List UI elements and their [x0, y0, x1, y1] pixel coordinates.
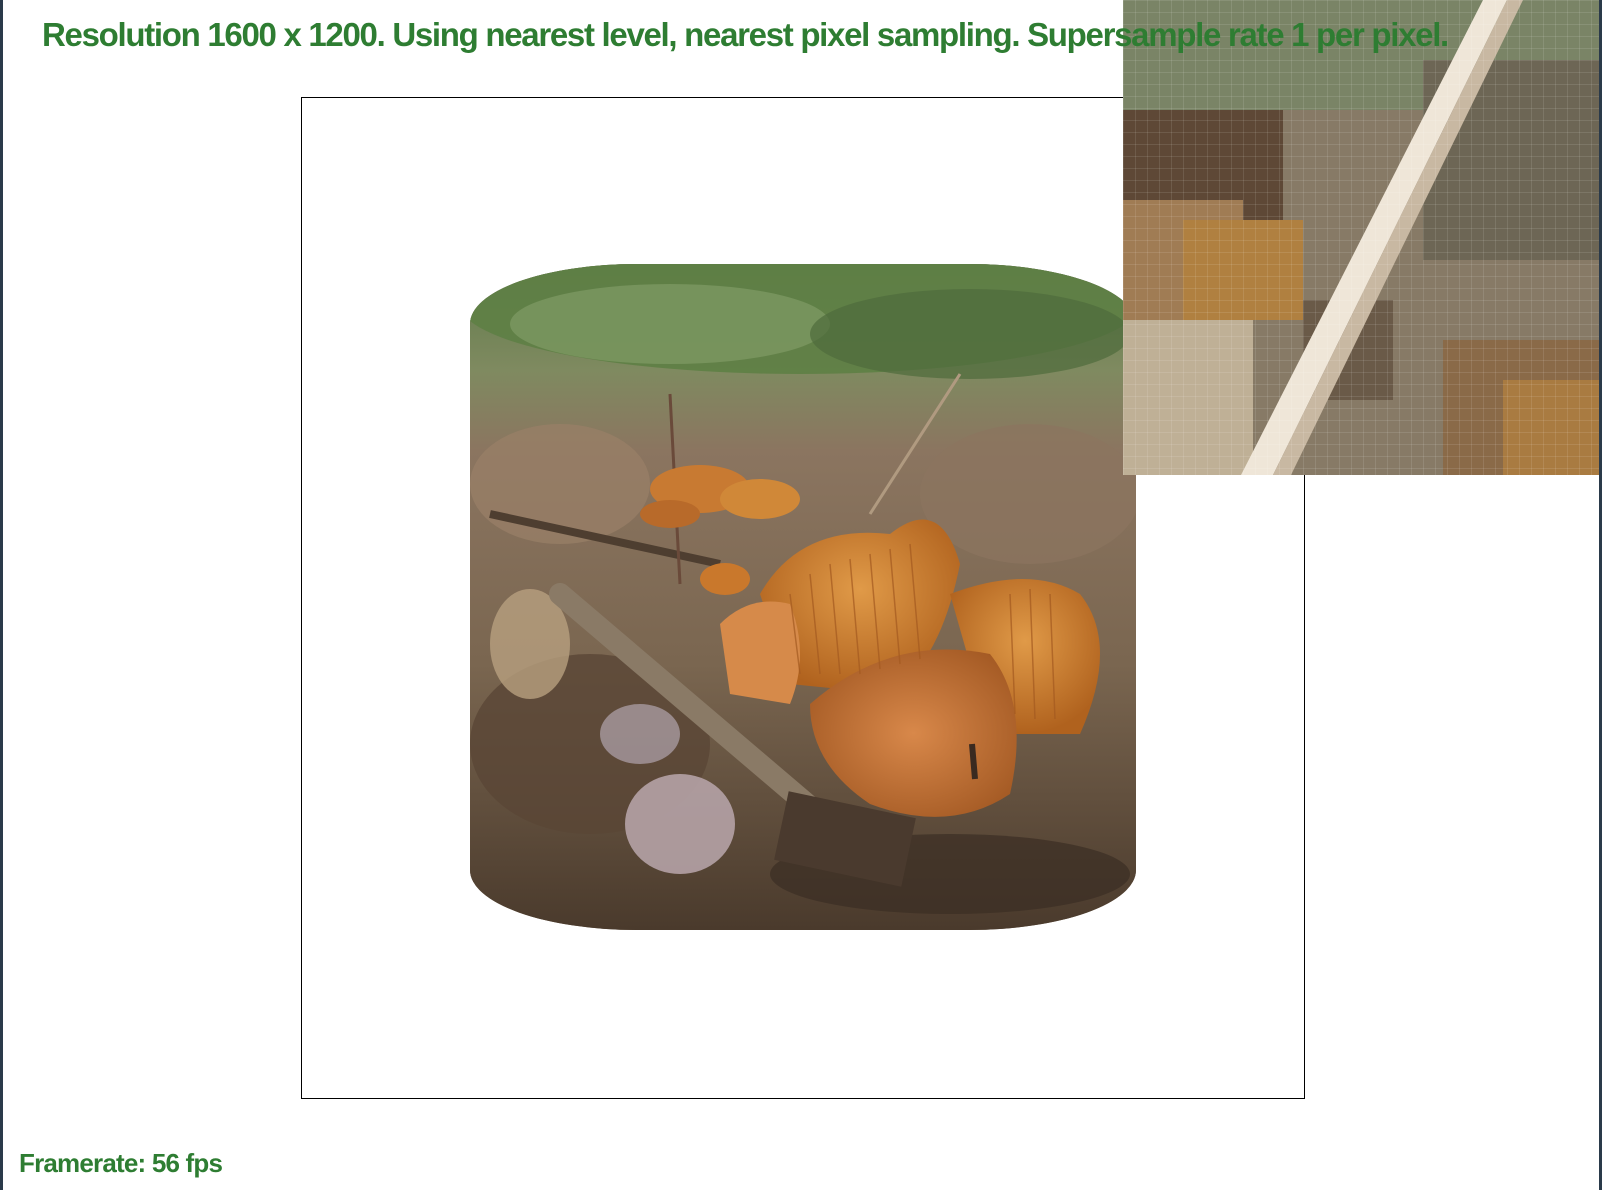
status-title: Resolution 1600 x 1200. Using nearest le…: [42, 16, 1449, 53]
render-viewport[interactable]: Resolution 1600 x 1200. Using nearest le…: [3, 0, 1599, 1190]
mushroom-scene-image: [470, 264, 1136, 930]
warped-texture-image: [470, 264, 1136, 930]
pixel-grid-overlay: [1123, 0, 1599, 475]
framerate-label: Framerate: 56 fps: [19, 1148, 223, 1178]
pixel-zoom-inset: [1123, 0, 1599, 475]
